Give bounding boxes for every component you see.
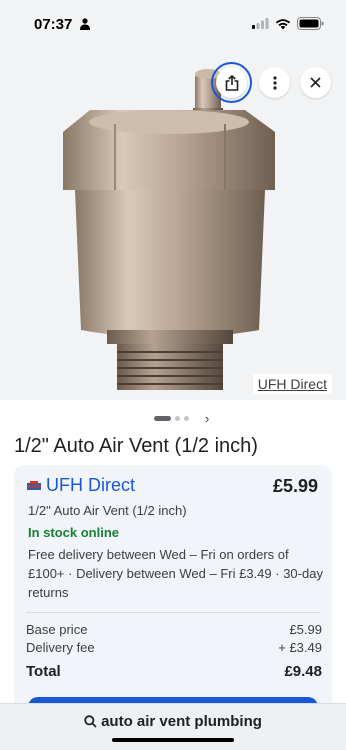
- pager-dot-active: [154, 416, 171, 421]
- merchant-row[interactable]: UFH Direct: [27, 475, 135, 496]
- total-label: Total: [26, 663, 61, 680]
- offer-card[interactable]: UFH Direct £5.99 1/2" Auto Air Vent (1/2…: [14, 465, 332, 725]
- status-icons: [252, 17, 324, 30]
- signal-icon: [252, 18, 269, 29]
- more-options-button[interactable]: [259, 67, 290, 98]
- delivery-fee-label: Delivery fee: [26, 640, 95, 655]
- chevron-right-icon[interactable]: ›: [205, 411, 209, 426]
- product-image-area[interactable]: UFH Direct: [0, 52, 346, 400]
- base-price-row: Base price £5.99: [26, 622, 322, 637]
- stock-status: In stock online: [28, 525, 120, 540]
- share-icon: [225, 74, 238, 91]
- divider: [26, 612, 320, 613]
- offer-price: £5.99: [272, 476, 318, 496]
- image-pager[interactable]: ›: [154, 411, 209, 426]
- offer-product-title: 1/2" Auto Air Vent (1/2 inch): [28, 503, 187, 518]
- delivery-fee-value: + £3.49: [278, 640, 322, 655]
- close-button[interactable]: [300, 67, 331, 98]
- status-time: 07:37: [34, 16, 73, 33]
- pager-dot: [175, 416, 180, 421]
- product-image: [63, 69, 275, 390]
- product-title: 1/2" Auto Air Vent (1/2 inch): [14, 435, 258, 457]
- delivery-fee-row: Delivery fee + £3.49: [26, 640, 322, 655]
- status-bar: 07:37: [0, 0, 346, 52]
- search-icon: [84, 715, 97, 728]
- person-icon: [80, 18, 90, 30]
- wifi-icon: [275, 18, 291, 29]
- search-query-row[interactable]: auto air vent plumbing: [0, 713, 346, 730]
- base-price-value: £5.99: [289, 622, 322, 637]
- home-indicator: [112, 738, 234, 742]
- pager-dot: [184, 416, 189, 421]
- merchant-name[interactable]: UFH Direct: [46, 475, 135, 496]
- image-source-link[interactable]: UFH Direct: [252, 374, 332, 394]
- search-query[interactable]: auto air vent plumbing: [101, 713, 262, 730]
- more-vert-icon: [272, 75, 277, 90]
- total-row: Total £9.48: [26, 663, 322, 680]
- share-button[interactable]: [216, 67, 247, 98]
- close-icon: [310, 77, 321, 88]
- total-value: £9.48: [284, 663, 322, 680]
- delivery-info: Free delivery between Wed – Fri on order…: [28, 547, 323, 600]
- search-bar[interactable]: auto air vent plumbing: [0, 703, 346, 750]
- base-price-label: Base price: [26, 622, 88, 637]
- merchant-logo-icon: [27, 480, 41, 490]
- battery-icon: [297, 17, 324, 30]
